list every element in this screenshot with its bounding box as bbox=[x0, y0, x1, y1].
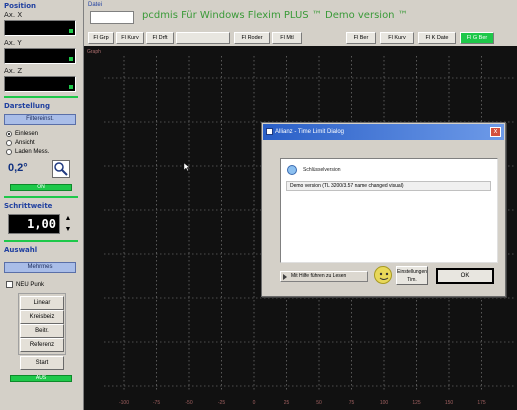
radio-dot[interactable] bbox=[6, 131, 12, 137]
new-point-checkbox-row[interactable]: NEU Punk bbox=[6, 281, 44, 288]
start-button[interactable]: Start bbox=[20, 356, 64, 370]
dialog-titlebar[interactable]: Allianz - Time Limit Dialog x bbox=[263, 124, 504, 140]
zoom-value: 0,2° bbox=[8, 162, 28, 174]
left-control-panel: Position Ax. X Ax. Y Ax. Z Darstellung F… bbox=[0, 0, 84, 410]
toolbar-button-1[interactable]: Fl Grp bbox=[88, 32, 114, 44]
reference-button[interactable]: Referenz bbox=[20, 338, 64, 352]
file-menu[interactable]: Datei bbox=[88, 2, 102, 8]
circle-button[interactable]: Kreisbeiz bbox=[20, 310, 64, 324]
zoom-magnifier-button[interactable] bbox=[52, 160, 70, 178]
tip-label: Mit Hilfe führen zu Lesen bbox=[291, 273, 347, 279]
x-tick-label: 75 bbox=[349, 400, 355, 406]
step-up-button[interactable]: ▲ bbox=[63, 214, 73, 224]
position-title: Position bbox=[4, 2, 37, 10]
toolbar-button-4[interactable] bbox=[176, 32, 230, 44]
app-icon bbox=[266, 128, 273, 135]
toolbar-button-8[interactable]: Fl Kurv bbox=[380, 32, 414, 44]
toolbar-button-10[interactable]: Fl G Ber bbox=[460, 32, 494, 44]
linear-button[interactable]: Linear bbox=[20, 296, 64, 310]
axis-z-readout bbox=[4, 76, 76, 92]
section-auswahl-title: Auswahl bbox=[4, 246, 38, 254]
section-darstellung-title: Darstellung bbox=[4, 102, 51, 110]
step-down-button[interactable]: ▼ bbox=[63, 225, 73, 235]
ok-button[interactable]: OK bbox=[436, 268, 494, 284]
toolbar-button-9[interactable]: Fl K Date bbox=[418, 32, 456, 44]
magnifier-icon bbox=[54, 162, 68, 176]
x-tick-label: -75 bbox=[153, 400, 160, 406]
toolbar-button-5[interactable]: Fl Roder bbox=[234, 32, 270, 44]
x-tick-label: 25 bbox=[284, 400, 290, 406]
status-bar-on: ON bbox=[10, 184, 72, 191]
x-tick-label: 50 bbox=[316, 400, 322, 406]
dialog-message-panel: Schlüsselversion Demo version (TL 3200/3… bbox=[280, 158, 498, 263]
x-tick-label: 0 bbox=[253, 400, 256, 406]
close-button[interactable]: x bbox=[490, 127, 501, 137]
x-tick-label: 175 bbox=[477, 400, 486, 406]
program-field[interactable] bbox=[90, 11, 134, 24]
separator bbox=[4, 196, 78, 198]
new-point-label: NEU Punk bbox=[16, 281, 45, 288]
x-tick-label: 100 bbox=[380, 400, 389, 406]
x-tick-label: 125 bbox=[412, 400, 421, 406]
separator bbox=[4, 240, 78, 242]
dialog-title: Allianz - Time Limit Dialog bbox=[275, 129, 345, 135]
new-point-checkbox[interactable] bbox=[6, 281, 13, 288]
toolbar-button-2[interactable]: Fl Kurv bbox=[116, 32, 144, 44]
toolbar-button-3[interactable]: Fl Drft bbox=[146, 32, 174, 44]
step-value-display: 1,00 bbox=[8, 214, 60, 234]
separator bbox=[4, 96, 78, 98]
radio-label: Ansicht bbox=[15, 140, 35, 146]
radio-label: Einlesen bbox=[15, 131, 39, 137]
axis-x-label: Ax. X bbox=[4, 11, 23, 19]
axis-z-label: Ax. Z bbox=[4, 67, 23, 75]
filter-settings-button[interactable]: Filtereinst. bbox=[4, 114, 76, 125]
toolbar-button-6[interactable]: Fl Mtl bbox=[272, 32, 302, 44]
radio-option-laden[interactable]: Laden Mess. bbox=[6, 149, 49, 155]
radio-label: Laden Mess. bbox=[15, 149, 50, 155]
app-title: pcdmis Für Windows Flexim PLUS ™ Demo ve… bbox=[142, 10, 408, 21]
axis-x-readout bbox=[4, 20, 76, 36]
radio-dot[interactable] bbox=[6, 140, 12, 146]
toolbar-button-7[interactable]: Fl Ber bbox=[346, 32, 376, 44]
status-indicator bbox=[69, 29, 73, 33]
status-indicator bbox=[69, 57, 73, 61]
top-toolbar: Datei pcdmis Für Windows Flexim PLUS ™ D… bbox=[84, 0, 517, 46]
smiley-icon bbox=[374, 266, 392, 284]
status-indicator bbox=[69, 85, 73, 89]
info-icon bbox=[287, 165, 297, 175]
dialog-heading: Schlüsselversion bbox=[303, 167, 341, 173]
x-tick-label: 150 bbox=[445, 400, 454, 406]
section-schrittweite-title: Schrittweite bbox=[4, 202, 53, 210]
dialog-message: Demo version (TL 3200/3.57 name changed … bbox=[286, 181, 491, 191]
radio-option-ansicht[interactable]: Ansicht bbox=[6, 140, 35, 146]
x-tick-label: -25 bbox=[218, 400, 225, 406]
time-limit-dialog: Allianz - Time Limit Dialog x Schlüsselv… bbox=[261, 122, 506, 297]
radio-option-einlesen[interactable]: Einlesen bbox=[6, 131, 38, 137]
tip-button[interactable]: Mit Hilfe führen zu Lesen bbox=[280, 271, 368, 282]
mouse-cursor-icon bbox=[184, 163, 190, 171]
contribution-button[interactable]: Beitr. bbox=[20, 324, 64, 338]
status-bar-off: AUS bbox=[10, 375, 72, 382]
x-tick-label: -50 bbox=[185, 400, 192, 406]
axis-y-label: Ax. Y bbox=[4, 39, 22, 47]
arrow-right-icon bbox=[283, 274, 287, 280]
axis-y-readout bbox=[4, 48, 76, 64]
radio-dot[interactable] bbox=[6, 149, 12, 155]
x-tick-label: -100 bbox=[119, 400, 129, 406]
multi-measure-button[interactable]: Mehrmes bbox=[4, 262, 76, 273]
settings-button[interactable]: Einstellungen Tim. bbox=[396, 266, 428, 285]
